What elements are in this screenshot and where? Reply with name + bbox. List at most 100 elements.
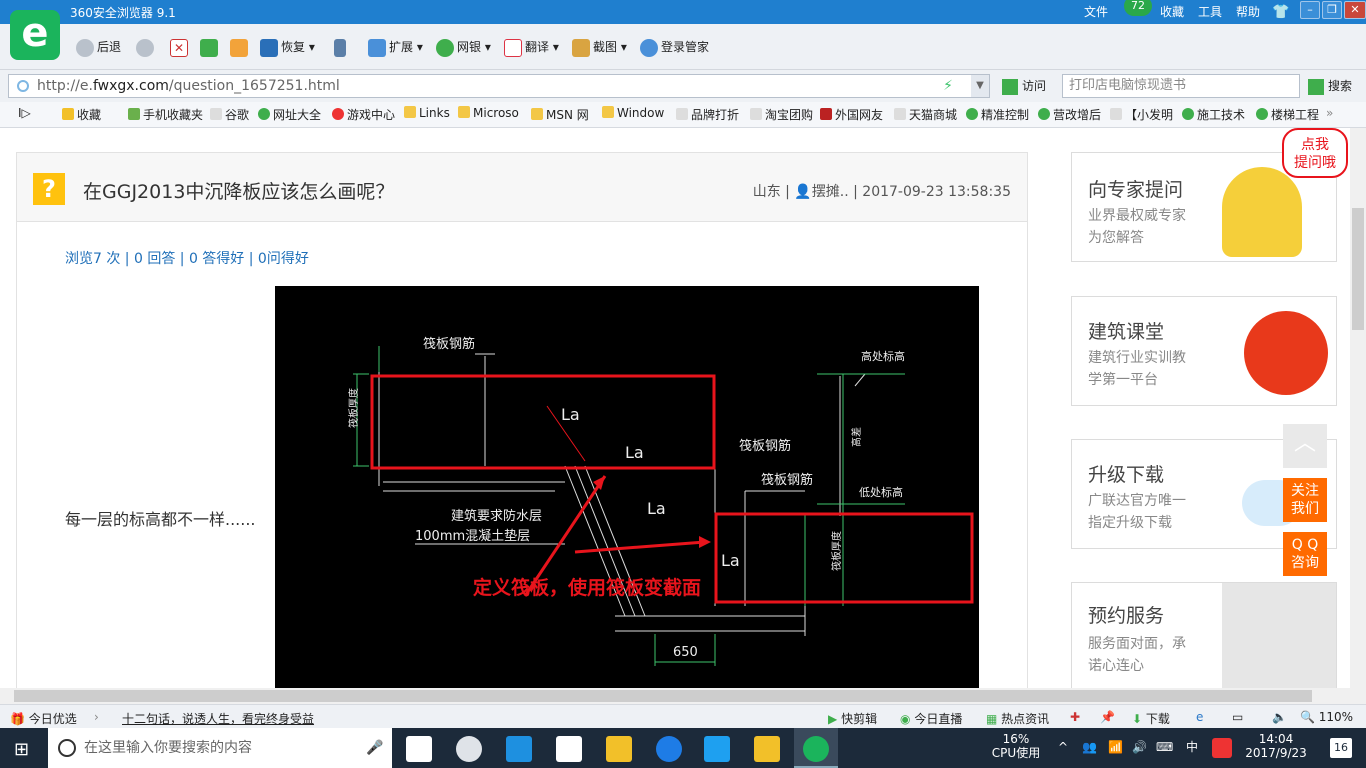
vertical-scroll-thumb[interactable] <box>1352 208 1364 330</box>
keyboard-icon[interactable]: ⌨ <box>1156 740 1173 754</box>
ime-indicator[interactable]: 中 <box>1186 740 1198 754</box>
bookmark-item[interactable]: 外国网友 <box>820 106 883 123</box>
minimize-button[interactable]: – <box>1300 1 1320 19</box>
follow-us-button[interactable]: 关注 我们 <box>1283 478 1327 522</box>
notification-badge[interactable]: 16 <box>1330 738 1352 758</box>
speed-icon[interactable]: ⚡ <box>943 75 953 97</box>
extend-button[interactable]: 扩展 ▾ <box>368 36 423 58</box>
pin-icon[interactable]: 📌 <box>1100 710 1115 724</box>
course-card[interactable]: 建筑课堂 建筑行业实训教 学第一平台 <box>1071 296 1337 406</box>
ask-bubble[interactable]: 点我 提问哦 <box>1282 128 1348 178</box>
sidebar-toggle-icon[interactable]: I▷ <box>18 106 31 120</box>
bookmark-item[interactable]: 游戏中心 <box>332 106 395 123</box>
login-button[interactable]: 登录管家 <box>640 36 709 58</box>
cad-label: 筏板厚度 <box>347 388 360 428</box>
netbank-button[interactable]: 网银 ▾ <box>436 36 491 58</box>
status-item[interactable]: ▶ 快剪辑 <box>828 710 877 727</box>
refresh-button[interactable] <box>200 36 221 58</box>
bookmark-item[interactable]: 淘宝团购 <box>750 106 813 123</box>
menu-help[interactable]: 帮助 <box>1236 3 1260 20</box>
news-link[interactable]: 十二句话，说透人生，看完终身受益 <box>122 710 314 727</box>
search-input[interactable]: 打印店电脑惊现遗书 <box>1062 74 1300 98</box>
menu-favorites[interactable]: 收藏 <box>1160 3 1184 20</box>
clock[interactable]: 14:04 2017/9/23 <box>1240 732 1312 760</box>
question-meta: 山东 | 👤摆摊.. | 2017-09-23 13:58:35 <box>752 184 1011 200</box>
menu-tools[interactable]: 工具 <box>1198 3 1222 20</box>
microphone-icon[interactable]: 🎤 <box>366 728 383 768</box>
volume-icon[interactable]: 🔈 <box>1272 710 1287 724</box>
cpu-meter[interactable]: 16% CPU使用 <box>990 732 1042 760</box>
speaker-icon[interactable]: 🔊 <box>1132 740 1147 754</box>
question-body: 浏览7 次 | 0 回答 | 0 答得好 | 0问得好 每一层的标高都不一样..… <box>16 222 1028 688</box>
card-subtitle: 为您解答 <box>1088 230 1144 246</box>
active-browser-task[interactable] <box>794 728 838 768</box>
bookmark-item[interactable]: 楼梯工程 <box>1256 106 1319 123</box>
today-picks[interactable]: 🎁 今日优选 <box>10 710 77 727</box>
shirt-icon[interactable]: 👕 <box>1272 4 1289 20</box>
taskbar-search-input[interactable]: 在这里输入你要搜索的内容 🎤 <box>48 728 392 768</box>
bookmark-item[interactable]: 收藏 <box>62 106 101 123</box>
zoom-level[interactable]: 🔍 110% <box>1300 710 1353 724</box>
phone-button[interactable] <box>334 36 349 58</box>
site-info-icon[interactable] <box>17 80 29 92</box>
360-browser-icon <box>803 736 829 762</box>
menu-file[interactable]: 文件 <box>1084 3 1108 20</box>
restore-button[interactable]: 恢复 ▾ <box>260 36 315 58</box>
status-item[interactable]: ⬇ 下载 <box>1132 710 1170 727</box>
qq-consult-button[interactable]: Q Q 咨询 <box>1283 532 1327 576</box>
bookmark-item[interactable]: Window <box>602 106 664 120</box>
visit-button[interactable]: 访问 <box>1002 77 1046 95</box>
appointment-card[interactable]: 预约服务 服务面对面，承 诺心连心 <box>1071 582 1337 688</box>
folder-icon[interactable] <box>606 736 632 762</box>
chevron-up-icon[interactable]: ^ <box>1058 740 1068 754</box>
screenshot-button[interactable]: 截图 ▾ <box>572 36 627 58</box>
sogou-icon[interactable] <box>1212 738 1232 758</box>
bookmark-item[interactable]: Links <box>404 106 450 120</box>
wifi-icon[interactable]: 📶 <box>1108 740 1123 754</box>
cad-label: 100mm混凝土垫层 <box>415 528 530 544</box>
bookmark-item[interactable]: 施工技术 <box>1182 106 1245 123</box>
card-subtitle: 指定升级下载 <box>1088 515 1172 531</box>
browser-icon[interactable] <box>656 736 682 762</box>
address-bar[interactable]: http://e.fwxgx.com/question_1657251.html… <box>8 74 990 98</box>
bookmark-item[interactable]: 品牌打折 <box>676 106 739 123</box>
forward-button[interactable] <box>136 36 157 58</box>
bookmark-item[interactable]: 谷歌 <box>210 106 249 123</box>
add-icon[interactable]: ✚ <box>1070 710 1080 724</box>
more-bookmarks-icon[interactable]: » <box>1326 106 1333 120</box>
question-stats[interactable]: 浏览7 次 | 0 回答 | 0 答得好 | 0问得好 <box>65 248 309 268</box>
bookmark-item[interactable]: Microso <box>458 106 519 120</box>
back-button[interactable]: 后退 <box>76 36 121 58</box>
score-badge[interactable]: 72 <box>1124 0 1152 16</box>
bookmark-item[interactable]: 精准控制 <box>966 106 1029 123</box>
app-icon[interactable] <box>456 736 482 762</box>
status-item[interactable]: ◉ 今日直播 <box>900 710 962 727</box>
app-icon[interactable] <box>704 736 730 762</box>
maximize-button[interactable]: ❐ <box>1322 1 1342 19</box>
stop-button[interactable]: ✕ <box>170 36 191 58</box>
bookmark-item[interactable]: MSN 网 <box>531 106 589 123</box>
home-button[interactable] <box>230 36 251 58</box>
ie-icon[interactable]: e <box>1196 710 1203 724</box>
bookmark-item[interactable]: 网址大全 <box>258 106 321 123</box>
translate-button[interactable]: 翻译 ▾ <box>504 36 559 58</box>
notes-icon[interactable] <box>754 736 780 762</box>
edge-icon[interactable] <box>506 736 532 762</box>
back-to-top-button[interactable]: ︿ <box>1283 424 1327 468</box>
dropdown-arrow-icon[interactable]: ▼ <box>971 75 989 97</box>
bookmark-item[interactable]: 【小发明 <box>1110 106 1173 123</box>
close-button[interactable]: ✕ <box>1344 1 1366 19</box>
status-item[interactable]: ▦ 热点资讯 <box>986 710 1049 727</box>
cad-label: 筏板钢筋 <box>761 472 813 488</box>
bookmark-item[interactable]: 天猫商城 <box>894 106 957 123</box>
horizontal-scroll-thumb[interactable] <box>14 690 1312 702</box>
search-button[interactable]: 搜索 <box>1308 77 1352 95</box>
people-icon[interactable]: 👥 <box>1082 740 1097 754</box>
store-icon[interactable] <box>556 736 582 762</box>
bookmark-item[interactable]: 营改增后 <box>1038 106 1101 123</box>
windows-start-icon[interactable]: ⊞ <box>14 739 29 760</box>
bookmark-item[interactable]: 手机收藏夹 <box>128 106 203 123</box>
browser-logo-icon[interactable]: e <box>10 10 60 60</box>
task-view-icon[interactable] <box>406 736 432 762</box>
window-icon[interactable]: ▭ <box>1232 710 1243 724</box>
